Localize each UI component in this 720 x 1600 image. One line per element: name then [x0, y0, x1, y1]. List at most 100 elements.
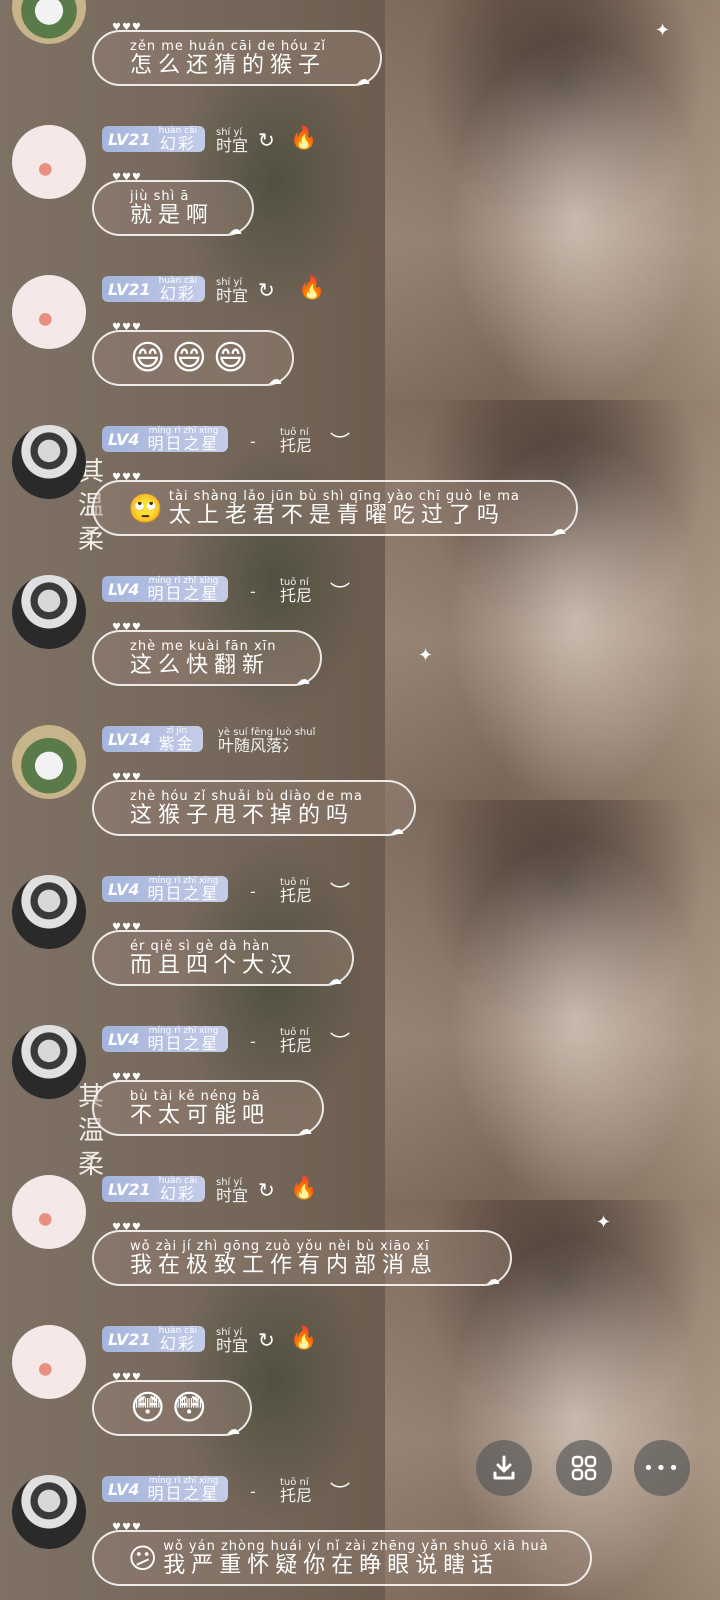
- username-text: 时宜: [216, 136, 249, 155]
- user-level-badge: LV21 huàn cǎi 幻彩: [102, 1326, 206, 1353]
- level-number: LV21: [108, 1179, 151, 1199]
- avatar[interactable]: [12, 575, 86, 649]
- username-text: 托尼: [280, 436, 313, 455]
- username-decoration-icon: ︶: [330, 580, 350, 604]
- username[interactable]: tuō ní 托尼: [280, 578, 312, 604]
- user-level-badge: LV4 míng rì zhī xīng 明日之星: [102, 1476, 228, 1502]
- message-bubble[interactable]: wǒ zài jí zhì gōng zuò yǒu nèi bù xiāo x…: [92, 1230, 512, 1288]
- bubble-text: 这么快翻新: [130, 652, 271, 678]
- message-bubble[interactable]: zhè me kuài fān xīn 这么快翻新 ☁: [92, 630, 322, 688]
- username[interactable]: tuō ní 托尼: [280, 878, 312, 904]
- sparkle-icon: ✦: [596, 1212, 612, 1233]
- message-bubble[interactable]: zhè hóu zǐ shuǎi bù diào de ma 这猴子甩不掉的吗 ☁: [92, 780, 416, 838]
- username[interactable]: tuō ní 托尼: [280, 428, 312, 454]
- avatar[interactable]: [12, 1175, 86, 1249]
- cloud-icon: ☁: [552, 522, 566, 538]
- bubble-text: 我严重怀疑你在睁眼说瞎话: [163, 1552, 500, 1578]
- level-title: 明日之星: [147, 433, 220, 453]
- fire-icon: 🔥: [298, 276, 326, 301]
- level-number: LV4: [108, 879, 140, 899]
- separator: -: [250, 1482, 256, 1501]
- avatar[interactable]: [12, 1025, 86, 1099]
- bubble-pinyin: jiù shì ā: [130, 188, 190, 204]
- fire-icon: 🔥: [290, 1326, 318, 1351]
- message-bubble[interactable]: jiù shì ā 就是啊 ☁: [92, 180, 254, 238]
- bubble-pinyin: zhè hóu zǐ shuǎi bù diào de ma: [130, 788, 363, 804]
- message-bubble[interactable]: 🙄 tài shàng lǎo jūn bù shì qīng yào chī …: [92, 480, 578, 538]
- sparkle-icon: ✦: [655, 20, 671, 41]
- cloud-icon: ☁: [268, 372, 282, 388]
- avatar[interactable]: [12, 125, 86, 199]
- level-title: 幻彩: [159, 1183, 196, 1203]
- message-bubble[interactable]: 😕 wǒ yán zhòng huái yí nǐ zài zhēng yǎn …: [92, 1530, 592, 1586]
- avatar[interactable]: [12, 875, 86, 949]
- emoji-content: 😄😄😄: [130, 338, 255, 378]
- username[interactable]: shí yí 时宜: [216, 1178, 248, 1204]
- level-number: LV4: [108, 579, 140, 599]
- bubble-pinyin: zěn me huán cāi de hóu zǐ: [130, 38, 327, 54]
- separator: -: [250, 882, 256, 901]
- message-bubble[interactable]: 😄😄😄 ☁: [92, 330, 294, 388]
- bubble-pinyin: tài shàng lǎo jūn bù shì qīng yào chī gu…: [168, 488, 520, 504]
- level-number: LV21: [108, 1329, 151, 1349]
- level-title: 幻彩: [159, 133, 196, 153]
- username-text: 时宜: [216, 1336, 249, 1355]
- username-text: 托尼: [280, 886, 313, 905]
- cloud-icon: ☁: [228, 222, 242, 238]
- avatar[interactable]: [12, 1325, 86, 1399]
- user-level-badge: LV21 huàn cǎi 幻彩: [102, 126, 206, 153]
- message-bubble[interactable]: ér qiě sì gè dà hàn 而且四个大汉 ☁: [92, 930, 354, 988]
- user-level-badge: LV4 míng rì zhī xīng 明日之星: [102, 576, 228, 602]
- username-decoration-icon: ↻: [258, 1178, 275, 1202]
- level-number: LV4: [108, 429, 140, 449]
- bubble-pinyin: wǒ yán zhòng huái yí nǐ zài zhēng yǎn sh…: [163, 1538, 549, 1554]
- avatar[interactable]: [12, 725, 86, 799]
- level-title: 幻彩: [159, 283, 196, 303]
- avatar[interactable]: [12, 1475, 86, 1549]
- level-number: LV4: [108, 1479, 140, 1499]
- avatar[interactable]: [12, 425, 86, 499]
- cloud-icon: ☁: [356, 72, 370, 88]
- cloud-icon: ☁: [486, 1272, 500, 1288]
- bubble-pinyin: zhè me kuài fān xīn: [130, 638, 277, 654]
- cloud-icon: ☁: [298, 1122, 312, 1138]
- username[interactable]: tuō ní 托尼: [280, 1028, 312, 1054]
- message-bubble[interactable]: 😳😳 ☁: [92, 1380, 252, 1438]
- message-bubble[interactable]: bù tài kě néng bā 不太可能吧 ☁: [92, 1080, 324, 1138]
- bubble-text: 就是啊: [130, 202, 215, 228]
- message-bubble[interactable]: zěn me huán cāi de hóu zǐ 怎么还猜的猴子 ☁: [92, 30, 382, 88]
- bubble-text: 不太可能吧: [130, 1102, 271, 1128]
- level-number: LV21: [108, 129, 151, 149]
- username-decoration-icon: ︶: [330, 1480, 350, 1504]
- bubble-text: 怎么还猜的猴子: [130, 52, 327, 78]
- cloud-icon: ☁: [328, 972, 342, 988]
- username-text: 托尼: [280, 1036, 313, 1055]
- username-decoration-icon: ↻: [258, 278, 275, 302]
- level-title: 幻彩: [159, 1333, 196, 1353]
- username-text: 托尼: [280, 586, 313, 605]
- username-text: 时宜: [216, 1186, 249, 1205]
- download-icon: [493, 1455, 515, 1480]
- level-title: 明日之星: [147, 583, 220, 603]
- username[interactable]: shí yí 时宜: [216, 278, 248, 304]
- download-button[interactable]: [476, 1440, 532, 1496]
- grid-button[interactable]: [556, 1440, 612, 1496]
- username[interactable]: shí yí 时宜: [216, 1328, 248, 1354]
- level-title: 明日之星: [147, 1483, 220, 1503]
- username[interactable]: yè suí fēng luò shuǐ 叶随风落氵: [218, 728, 315, 754]
- bubble-text: 这猴子甩不掉的吗: [130, 802, 355, 828]
- username[interactable]: shí yí 时宜: [216, 128, 248, 154]
- emoji-icon: 🙄: [128, 491, 163, 525]
- separator: -: [250, 1032, 256, 1051]
- avatar[interactable]: [12, 275, 86, 349]
- username[interactable]: tuō ní 托尼: [280, 1478, 312, 1504]
- level-title: 明日之星: [147, 1033, 220, 1053]
- bubble-pinyin: wǒ zài jí zhì gōng zuò yǒu nèi bù xiāo x…: [130, 1238, 430, 1254]
- level-number: LV21: [108, 279, 151, 299]
- bubble-text: 而且四个大汉: [130, 952, 299, 978]
- more-icon: •••: [643, 1457, 681, 1479]
- level-number: LV14: [108, 729, 151, 749]
- user-level-badge: LV4 míng rì zhī xīng 明日之星: [102, 1026, 228, 1052]
- more-button[interactable]: •••: [634, 1440, 690, 1496]
- bubble-pinyin: bù tài kě néng bā: [130, 1088, 261, 1104]
